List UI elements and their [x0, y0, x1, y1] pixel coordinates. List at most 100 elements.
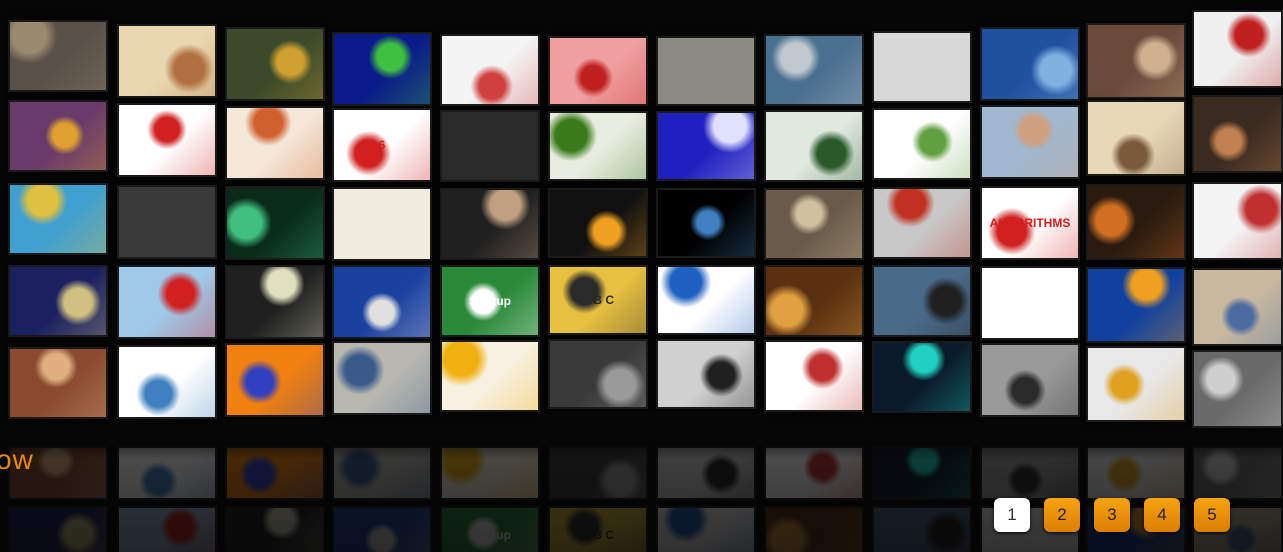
- cycle-diagram-tile-art: [1088, 102, 1184, 174]
- scatter-plot-tile-art: [766, 342, 862, 410]
- painting-tile-art: [766, 190, 862, 258]
- family-tile[interactable]: [1192, 268, 1283, 346]
- dance-tile[interactable]: [1086, 184, 1186, 260]
- helicopter-tile[interactable]: [225, 265, 325, 339]
- astronaut-tile-art: [442, 190, 538, 258]
- us-map-tile-art: [1194, 184, 1281, 258]
- rocket-launch-tile-art: [550, 190, 646, 256]
- algorithms-tile-label: ALGORITHMS: [989, 216, 1071, 230]
- human-evolution-tile[interactable]: [117, 24, 217, 98]
- us-map-tile[interactable]: [1192, 182, 1283, 260]
- blue-particles-tile[interactable]: [656, 111, 756, 181]
- building-photo-tile[interactable]: [8, 20, 108, 92]
- startup-sign-tile[interactable]: Startup: [440, 265, 540, 337]
- sun-diagram-tile[interactable]: [440, 340, 540, 412]
- dna-helix-tile-art: [1088, 348, 1184, 420]
- bell-curve-tile-art: [658, 267, 754, 333]
- planet-model-tile[interactable]: [8, 265, 108, 337]
- molecule-pyramid-tile-art: [874, 33, 970, 101]
- oscilloscope-tile[interactable]: [872, 341, 972, 413]
- slide-no-tile[interactable]: [872, 108, 972, 180]
- comic-tile-art: [982, 268, 1078, 338]
- professor-tile-art: [1194, 97, 1281, 171]
- lab-man-tile-art: [334, 343, 430, 413]
- classroom-tile-art: [658, 38, 754, 104]
- lab-man-tile[interactable]: [332, 341, 432, 415]
- sun-diagram-tile-art: [442, 342, 538, 410]
- lab-diagram-tile[interactable]: [225, 106, 325, 180]
- page-3-button[interactable]: 3: [1094, 498, 1130, 532]
- sketch-tile-art: [334, 189, 430, 259]
- camera-crew-tile[interactable]: [872, 265, 972, 337]
- green-object-tile[interactable]: [548, 111, 648, 181]
- reflection-fade: [0, 428, 1283, 552]
- page-4-button[interactable]: 4: [1144, 498, 1180, 532]
- building-photo-tile-art: [10, 22, 106, 90]
- laptop-tile-art: [658, 341, 754, 407]
- blue-particles-tile-art: [658, 113, 754, 179]
- page-5-button[interactable]: 5: [1194, 498, 1230, 532]
- slide-no-tile-art: [874, 110, 970, 178]
- colored-blocks-tile[interactable]: [225, 27, 325, 101]
- laptop-tile[interactable]: [656, 339, 756, 409]
- field-lines-tile-art: [227, 188, 323, 258]
- group-photo-tile[interactable]: [1086, 23, 1186, 99]
- blue-gadget-tile-art: [334, 267, 430, 337]
- astronaut-tile[interactable]: [440, 188, 540, 260]
- wave-diagram-tile[interactable]: [117, 345, 217, 419]
- optics-diagram-tile[interactable]: [117, 103, 217, 177]
- landscape-tile[interactable]: [764, 34, 864, 106]
- crowd-tile[interactable]: [764, 265, 864, 337]
- chalkboard-tile[interactable]: [117, 185, 217, 259]
- robot-tile[interactable]: [872, 187, 972, 259]
- old-machine-tile[interactable]: [548, 339, 648, 409]
- mosaic-tile[interactable]: [8, 100, 108, 172]
- puzzle-hand-tile[interactable]: [8, 183, 108, 255]
- dance-tile-art: [1088, 186, 1184, 258]
- sketch-tile[interactable]: [332, 187, 432, 261]
- molecules-tile-art: [442, 112, 538, 180]
- kids-tile[interactable]: [8, 347, 108, 419]
- abc-chess-tile[interactable]: A B C: [548, 265, 648, 335]
- flowchart-tile[interactable]: [225, 343, 325, 417]
- line-graph-tile-art: [442, 36, 538, 104]
- kids-tile-art: [10, 349, 106, 417]
- universe-tile[interactable]: [656, 188, 756, 258]
- blue-screen-tile-art: [1088, 269, 1184, 341]
- bell-curve-tile[interactable]: [656, 265, 756, 335]
- blue-network-tile[interactable]: [980, 27, 1080, 101]
- lab-diagram-tile-art: [227, 108, 323, 178]
- field-lines-tile[interactable]: [225, 186, 325, 260]
- color-squares-tile[interactable]: [117, 265, 217, 339]
- student-laptop-tile[interactable]: [980, 105, 1080, 179]
- classroom-tile[interactable]: [656, 36, 756, 106]
- dark-chart-tile[interactable]: [332, 32, 432, 106]
- blue-gadget-tile[interactable]: [332, 265, 432, 339]
- circle-diagram-tile[interactable]: [1192, 10, 1283, 88]
- circuit-board-tile-art: [766, 112, 862, 180]
- mosaic-tile-art: [10, 102, 106, 170]
- painting-tile[interactable]: [764, 188, 864, 260]
- rocket-launch-tile[interactable]: [548, 188, 648, 258]
- molecule-pyramid-tile[interactable]: [872, 31, 972, 103]
- line-graph-tile[interactable]: [440, 34, 540, 106]
- brain-scan-tile[interactable]: [548, 36, 648, 106]
- circuit-board-tile[interactable]: [764, 110, 864, 182]
- puzzle-hand-tile-art: [10, 185, 106, 253]
- old-machine-tile-art: [550, 341, 646, 407]
- comic-tile[interactable]: [980, 266, 1080, 340]
- vintage-photo-tile[interactable]: [980, 343, 1080, 417]
- algorithms-tile[interactable]: ALGORITHMS: [980, 186, 1080, 260]
- rubiks-cube-tile[interactable]: 6: [332, 108, 432, 182]
- page-1-button[interactable]: 1: [994, 498, 1030, 532]
- dna-helix-tile[interactable]: [1086, 346, 1186, 422]
- page-2-button[interactable]: 2: [1044, 498, 1080, 532]
- professor-tile[interactable]: [1192, 95, 1283, 173]
- cycle-diagram-tile[interactable]: [1086, 100, 1186, 176]
- robot-tile-art: [874, 189, 970, 257]
- scatter-plot-tile[interactable]: [764, 340, 864, 412]
- molecules-tile[interactable]: [440, 110, 540, 182]
- landscape-tile-art: [766, 36, 862, 104]
- bw-photo-tile[interactable]: [1192, 350, 1283, 428]
- blue-screen-tile[interactable]: [1086, 267, 1186, 343]
